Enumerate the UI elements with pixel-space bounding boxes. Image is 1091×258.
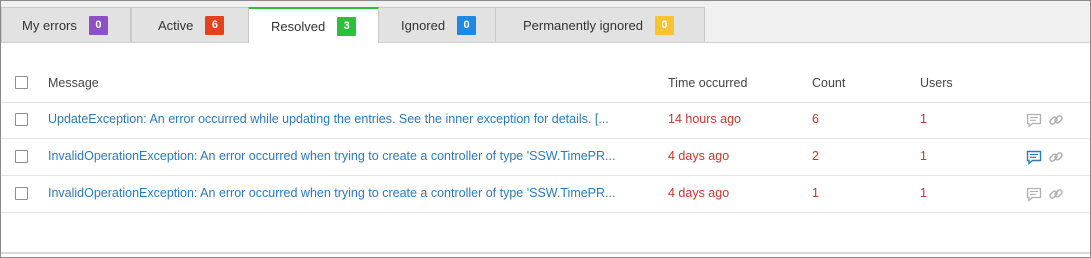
tab-count-badge: 0: [654, 15, 674, 35]
tab-label: Permanently ignored: [523, 17, 643, 33]
table-row: InvalidOperationException: An error occu…: [1, 176, 1090, 213]
occurrence-count: 6: [812, 112, 819, 126]
user-count: 1: [920, 112, 927, 126]
errors-panel: My errors 0 Active 6 Resolved 3 Ignored …: [0, 0, 1091, 258]
occurrence-count: 2: [812, 149, 819, 163]
tab-resolved[interactable]: Resolved 3: [248, 7, 379, 43]
table-row: InvalidOperationException: An error occu…: [1, 139, 1090, 176]
tab-label: Active: [158, 17, 194, 33]
link-icon[interactable]: [1048, 112, 1064, 128]
tab-count-badge: 0: [88, 15, 108, 35]
tab-label: Ignored: [401, 17, 446, 33]
comment-icon[interactable]: [1026, 150, 1042, 165]
comment-icon[interactable]: [1026, 187, 1042, 202]
tab-count-badge: 6: [205, 15, 225, 35]
column-header-count: Count: [812, 76, 846, 90]
link-icon[interactable]: [1048, 149, 1064, 165]
table-row: UpdateException: An error occurred while…: [1, 102, 1090, 139]
row-checkbox[interactable]: [15, 187, 28, 200]
tab-bar: My errors 0 Active 6 Resolved 3 Ignored …: [1, 1, 1090, 43]
time-occurred: 4 days ago: [668, 149, 730, 163]
column-header-message: Message: [48, 76, 99, 90]
panel-bottom-rule: [1, 252, 1090, 254]
time-occurred: 14 hours ago: [668, 112, 741, 126]
tab-count-badge: 3: [337, 16, 357, 36]
tab-count-badge: 0: [457, 15, 477, 35]
column-header-time: Time occurred: [668, 76, 748, 90]
column-header-users: Users: [920, 76, 953, 90]
error-message-link[interactable]: InvalidOperationException: An error occu…: [48, 186, 653, 200]
error-message-link[interactable]: InvalidOperationException: An error occu…: [48, 149, 653, 163]
table-header: Message Time occurred Count Users: [1, 65, 1090, 103]
tab-label: My errors: [22, 17, 77, 33]
user-count: 1: [920, 186, 927, 200]
tab-permanently-ignored[interactable]: Permanently ignored 0: [495, 7, 705, 42]
link-icon[interactable]: [1048, 186, 1064, 202]
tab-active[interactable]: Active 6: [131, 7, 249, 42]
user-count: 1: [920, 149, 927, 163]
error-message-link[interactable]: UpdateException: An error occurred while…: [48, 112, 653, 126]
occurrence-count: 1: [812, 186, 819, 200]
tab-my-errors[interactable]: My errors 0: [1, 7, 131, 42]
comment-icon[interactable]: [1026, 113, 1042, 128]
row-checkbox[interactable]: [15, 150, 28, 163]
row-checkbox[interactable]: [15, 113, 28, 126]
tab-ignored[interactable]: Ignored 0: [378, 7, 496, 42]
tab-label: Resolved: [271, 18, 326, 34]
time-occurred: 4 days ago: [668, 186, 730, 200]
select-all-checkbox[interactable]: [15, 76, 28, 89]
